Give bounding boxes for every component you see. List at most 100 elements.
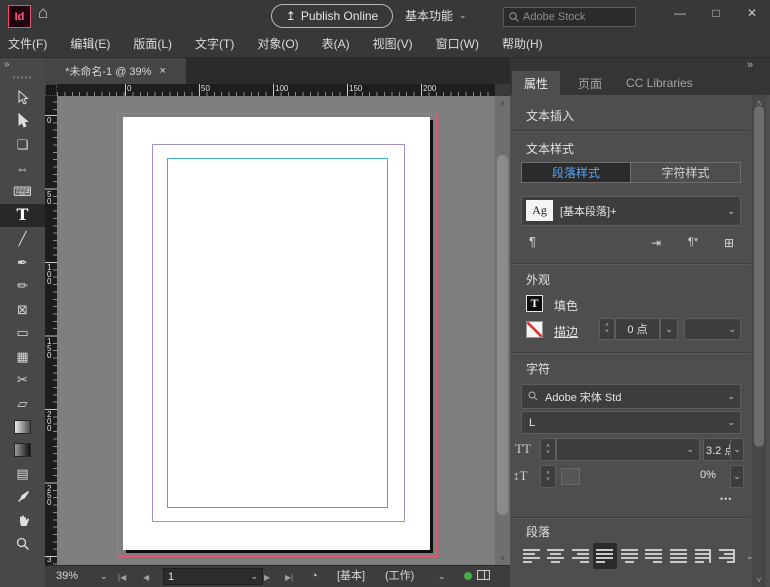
justify-last-right-button[interactable]	[642, 543, 667, 569]
grid-tool[interactable]: ▦	[0, 345, 45, 369]
font-size-stepper[interactable]: ˄˅	[540, 438, 556, 461]
justify-all-button[interactable]	[666, 543, 691, 569]
paragraph-styles-toggle[interactable]: 段落样式	[521, 162, 631, 183]
free-transform-tool[interactable]: ▱	[0, 392, 45, 416]
canvas-scrollbar-thumb[interactable]	[497, 155, 508, 515]
stroke-color-swatch[interactable]	[526, 321, 543, 338]
font-style-dropdown[interactable]: L ⌄	[521, 411, 741, 434]
zoom-level-value[interactable]: 39%	[56, 570, 78, 582]
fill-label: 填色	[554, 297, 578, 314]
home-icon[interactable]: ⌂	[38, 3, 48, 23]
rectangle-tool[interactable]: ▭	[0, 321, 45, 345]
stroke-label[interactable]: 描边	[554, 323, 578, 340]
eyedropper-tool[interactable]	[0, 486, 45, 510]
panel-scroll-down-icon[interactable]: ˅	[756, 575, 761, 585]
apply-next-style-icon[interactable]: ⇥	[651, 236, 661, 250]
character-more-options[interactable]: •••	[720, 494, 732, 504]
menu-window[interactable]: 窗口(W)	[436, 35, 479, 52]
fill-color-swatch[interactable]: T	[526, 295, 543, 312]
preflight-profile[interactable]: [基本]	[337, 570, 365, 582]
hand-tool[interactable]	[0, 509, 45, 533]
scale-stepper[interactable]: ˄˅	[540, 465, 556, 488]
character-styles-toggle[interactable]: 字符样式	[631, 162, 741, 183]
align-toward-spine-button[interactable]	[691, 543, 716, 569]
page-number-field[interactable]: 1 ⌄	[163, 568, 263, 585]
gradient-swatch-tool[interactable]	[0, 415, 45, 439]
vertical-ruler[interactable]: 0 50 100 150 200 250 3	[45, 96, 57, 565]
page-tool[interactable]: ❏	[0, 133, 45, 157]
document-tab[interactable]: *未命名-1 @ 39% ×	[45, 58, 186, 84]
menu-type[interactable]: 文字(T)	[195, 35, 234, 52]
justify-last-left-button[interactable]	[593, 543, 618, 569]
stroke-weight-stepper[interactable]: ˄˅	[599, 318, 615, 340]
scissors-tool[interactable]: ✂	[0, 368, 45, 392]
direct-selection-tool[interactable]	[0, 110, 45, 134]
create-style-icon[interactable]: ⊞	[724, 236, 734, 250]
ruler-origin-box[interactable]	[45, 84, 57, 96]
menu-view[interactable]: 视图(V)	[373, 35, 413, 52]
scale-chevron-button[interactable]: ⌄	[730, 465, 744, 488]
maximize-button[interactable]: □	[698, 0, 734, 26]
note-tool[interactable]: ▤	[0, 462, 45, 486]
zoom-tool[interactable]	[0, 533, 45, 557]
content-collector-tool[interactable]: ⌨	[0, 180, 45, 204]
paragraph-style-dropdown[interactable]: ⌄ [基本段落]+	[521, 196, 741, 226]
leading-field[interactable]: 3.2 点	[703, 438, 730, 461]
menu-layout[interactable]: 版面(L)	[133, 35, 172, 52]
close-button[interactable]: ✕	[734, 0, 770, 26]
gap-tool[interactable]: ⇔	[0, 157, 45, 181]
tools-panel-expand-icon[interactable]: »	[4, 59, 10, 70]
preflight-gauge-icon[interactable]: ◔	[311, 570, 318, 582]
scale-option-icon[interactable]	[561, 468, 580, 485]
tab-cc-libraries[interactable]: CC Libraries	[614, 71, 705, 95]
tools-panel-grip[interactable]	[13, 76, 32, 79]
leading-chevron-button[interactable]: ⌄	[730, 438, 744, 461]
align-away-spine-button[interactable]	[715, 543, 740, 569]
preflight-state: (工作)	[385, 570, 414, 582]
menu-help[interactable]: 帮助(H)	[502, 35, 543, 52]
zoom-level-chevron-icon[interactable]: ⌄	[100, 572, 108, 581]
align-right-button[interactable]	[568, 543, 593, 569]
redefine-style-icon[interactable]: ¶*	[688, 236, 698, 248]
pen-tool[interactable]: ✒	[0, 251, 45, 275]
minimize-button[interactable]: —	[662, 0, 698, 26]
first-page-button[interactable]: |◀	[118, 572, 126, 584]
horizontal-ruler[interactable]: 0 50 100 150 200	[57, 84, 495, 96]
scroll-up-icon[interactable]: ˄	[500, 99, 505, 109]
rectangle-frame-tool[interactable]: ⊠	[0, 298, 45, 322]
menu-edit[interactable]: 编辑(E)	[70, 35, 110, 52]
stock-search-input[interactable]: Adobe Stock	[503, 7, 636, 27]
publish-online-button[interactable]: ↥ Publish Online	[271, 4, 393, 28]
menu-table[interactable]: 表(A)	[322, 35, 350, 52]
stroke-type-dropdown[interactable]: ⌄	[684, 318, 741, 340]
scroll-down-icon[interactable]: ˅	[500, 553, 505, 563]
previous-page-button[interactable]: ◀	[143, 572, 149, 584]
menu-object[interactable]: 对象(O)	[257, 35, 298, 52]
line-tool[interactable]: ╱	[0, 227, 45, 251]
justify-last-center-button[interactable]	[617, 543, 642, 569]
align-center-button[interactable]	[544, 543, 569, 569]
tab-close-icon[interactable]: ×	[159, 65, 165, 77]
last-page-button[interactable]: ▶|	[285, 572, 293, 584]
stroke-weight-dropdown[interactable]: ⌄	[660, 318, 678, 340]
spread-view-icon[interactable]	[477, 570, 490, 580]
page-number-chevron-icon[interactable]: ⌄	[250, 572, 258, 581]
panel-scrollbar-thumb[interactable]	[754, 106, 764, 447]
selection-tool[interactable]	[0, 86, 45, 110]
next-page-button[interactable]: ▶	[264, 572, 270, 584]
tab-pages[interactable]: 页面	[566, 71, 614, 95]
font-family-dropdown[interactable]: Adobe 宋体 Std ⌄	[521, 384, 741, 409]
paragraph-mark-icon[interactable]: ¶	[529, 234, 536, 249]
align-left-button[interactable]	[519, 543, 544, 569]
preflight-chevron-icon[interactable]: ⌄	[438, 572, 446, 581]
tab-properties[interactable]: 属性	[512, 71, 560, 95]
stroke-weight-field[interactable]: 0 点	[615, 318, 660, 340]
workspace-switcher[interactable]: 基本功能 ⌄	[405, 7, 467, 24]
pencil-tool[interactable]: ✏	[0, 274, 45, 298]
text-frame[interactable]	[167, 158, 388, 508]
panel-collapse-icon[interactable]: »	[747, 59, 753, 71]
menu-file[interactable]: 文件(F)	[8, 35, 47, 52]
gradient-feather-tool[interactable]	[0, 439, 45, 463]
type-tool[interactable]: T	[0, 204, 45, 228]
font-size-dropdown[interactable]: ⌄	[556, 438, 700, 461]
